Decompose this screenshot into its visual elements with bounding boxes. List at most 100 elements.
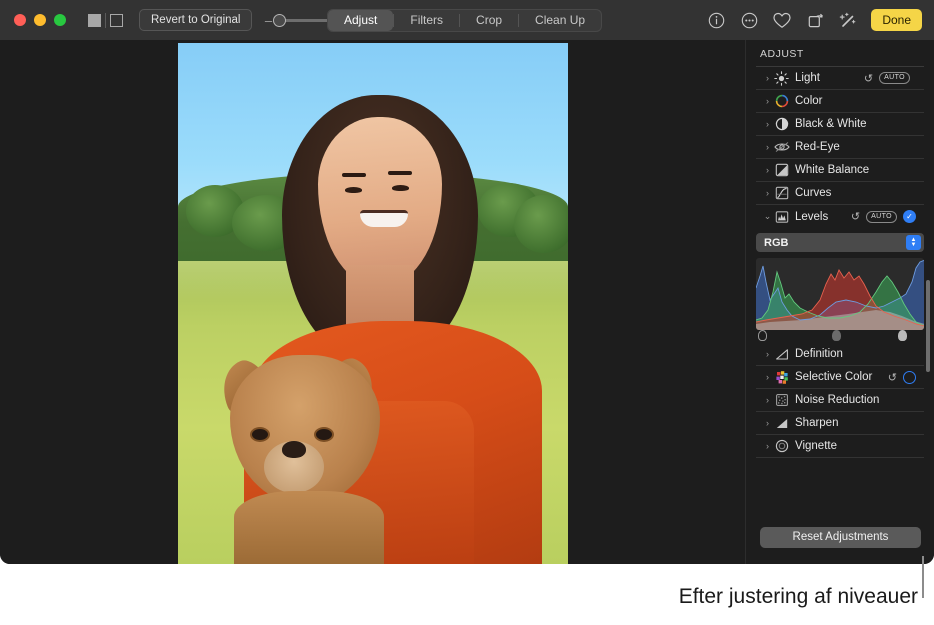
photo-tree: [514, 195, 568, 253]
split-view-icon[interactable]: [88, 14, 101, 27]
sidebar-item-label: Light: [795, 72, 820, 84]
auto-enhance-wand-icon[interactable]: [838, 10, 858, 30]
rotate-icon[interactable]: [805, 10, 825, 30]
sidebar-scrollbar[interactable]: [926, 280, 930, 372]
reset-adjustments-button[interactable]: Reset Adjustments: [760, 527, 921, 548]
revert-icon[interactable]: ↺: [864, 72, 873, 85]
chevron-right-icon[interactable]: ›: [762, 418, 773, 428]
chevron-right-icon[interactable]: ›: [762, 441, 773, 451]
more-options-icon[interactable]: [739, 10, 759, 30]
photo-eye: [345, 187, 362, 193]
info-icon[interactable]: [706, 10, 726, 30]
curves-icon: [773, 186, 790, 201]
chevron-right-icon[interactable]: ›: [762, 73, 773, 83]
levels-enabled-checkbox[interactable]: ✓: [903, 210, 916, 223]
chevron-right-icon[interactable]: ›: [762, 188, 773, 198]
sidebar-item-label: Selective Color: [795, 371, 872, 383]
sidebar-item-selective-color[interactable]: › Selective Color ↺: [756, 366, 924, 389]
sidebar-item-black-and-white[interactable]: › Black & White: [756, 113, 924, 136]
sidebar-item-label: Definition: [795, 348, 843, 360]
photo-dog-eye: [250, 427, 270, 442]
sidebar-item-light[interactable]: › Light ↺ AUTO: [756, 67, 924, 90]
sidebar-item-definition[interactable]: › Definition: [756, 343, 924, 366]
brightness-icon: [773, 71, 790, 86]
black-point-handle[interactable]: [758, 330, 767, 341]
black-white-circle-icon: [773, 117, 790, 132]
color-wheel-icon: [773, 94, 790, 109]
sidebar-item-label: Vignette: [795, 440, 837, 452]
white-point-handle[interactable]: [898, 330, 907, 341]
noise-reduction-icon: [773, 393, 790, 408]
photo-dog-eye: [314, 427, 334, 442]
sidebar-item-noise-reduction[interactable]: › Noise Reduction: [756, 389, 924, 412]
tab-adjust[interactable]: Adjust: [328, 10, 393, 31]
minimize-window-button[interactable]: [34, 14, 46, 26]
levels-handles: [756, 330, 924, 343]
done-button[interactable]: Done: [871, 9, 922, 31]
traffic-light-controls: [14, 14, 66, 26]
revert-to-original-button[interactable]: Revert to Original: [139, 9, 252, 31]
chevron-down-icon[interactable]: ⌄: [762, 211, 773, 222]
photo-dog-body: [234, 491, 384, 564]
photo-dog-nose: [282, 441, 306, 458]
revert-icon[interactable]: ↺: [888, 371, 897, 384]
sidebar-item-vignette[interactable]: › Vignette: [756, 435, 924, 458]
zoom-slider-knob[interactable]: [273, 14, 286, 27]
chevron-right-icon[interactable]: ›: [762, 119, 773, 129]
selective-color-icon: [773, 370, 790, 385]
sidebar-item-label: Red-Eye: [795, 141, 840, 153]
sidebar-title: ADJUST: [746, 40, 934, 66]
close-window-button[interactable]: [14, 14, 26, 26]
tab-filters[interactable]: Filters: [394, 10, 459, 31]
favorite-heart-icon[interactable]: [772, 10, 792, 30]
red-eye-icon: [773, 140, 790, 155]
photo-canvas[interactable]: [0, 40, 745, 564]
levels-channel-select[interactable]: RGB ▲ ▼: [756, 233, 924, 252]
photo-subject-smile: [360, 210, 408, 227]
sidebar-item-curves[interactable]: › Curves: [756, 182, 924, 205]
zoom-out-label[interactable]: –: [264, 13, 272, 28]
adjust-sidebar: ADJUST › Light ↺ AUTO: [745, 40, 934, 564]
photos-editor-window: Revert to Original – + Adjust Filters Cr…: [0, 0, 934, 564]
tab-crop[interactable]: Crop: [460, 10, 518, 31]
screenshot-root: Revert to Original – + Adjust Filters Cr…: [0, 0, 934, 625]
sidebar-item-red-eye[interactable]: › Red-Eye: [756, 136, 924, 159]
view-mode-toggle[interactable]: [88, 13, 123, 28]
selective-color-checkbox[interactable]: [903, 371, 916, 384]
chevron-right-icon[interactable]: ›: [762, 349, 773, 359]
sidebar-item-levels[interactable]: ⌄ Levels ↺ AUTO ✓: [756, 205, 924, 228]
sidebar-item-label: Black & White: [795, 118, 867, 130]
edit-mode-tabs: Adjust Filters Crop Clean Up: [327, 9, 602, 32]
single-view-icon[interactable]: [110, 14, 123, 27]
chevron-right-icon[interactable]: ›: [762, 395, 773, 405]
photo-eyebrow: [388, 171, 412, 175]
sidebar-item-label: Sharpen: [795, 417, 838, 429]
sidebar-item-white-balance[interactable]: › White Balance: [756, 159, 924, 182]
window-toolbar: Revert to Original – + Adjust Filters Cr…: [0, 0, 934, 40]
toolbar-right-actions: Done: [706, 0, 922, 40]
maximize-window-button[interactable]: [54, 14, 66, 26]
photo-eye: [392, 185, 409, 191]
white-balance-icon: [773, 163, 790, 178]
chevron-up-down-icon[interactable]: ▲ ▼: [906, 235, 921, 250]
levels-channel-value: RGB: [764, 237, 788, 249]
definition-icon: [773, 347, 790, 362]
chevron-right-icon[interactable]: ›: [762, 142, 773, 152]
chevron-right-icon[interactable]: ›: [762, 372, 773, 382]
midpoint-handle[interactable]: [832, 330, 841, 341]
edited-photo[interactable]: [178, 43, 568, 564]
sharpen-icon: [773, 416, 790, 431]
tab-clean-up[interactable]: Clean Up: [519, 10, 601, 31]
chevron-right-icon[interactable]: ›: [762, 96, 773, 106]
chevron-right-icon[interactable]: ›: [762, 165, 773, 175]
vignette-icon: [773, 439, 790, 454]
auto-button[interactable]: AUTO: [879, 72, 910, 84]
revert-icon[interactable]: ↺: [851, 210, 860, 223]
figure-caption: Efter justering af niveauer: [679, 585, 918, 609]
auto-button[interactable]: AUTO: [866, 211, 897, 223]
sidebar-item-label: Noise Reduction: [795, 394, 879, 406]
sidebar-item-sharpen[interactable]: › Sharpen: [756, 412, 924, 435]
levels-histogram[interactable]: [756, 258, 924, 330]
sidebar-item-color[interactable]: › Color: [756, 90, 924, 113]
toggle-divider: [105, 13, 106, 28]
